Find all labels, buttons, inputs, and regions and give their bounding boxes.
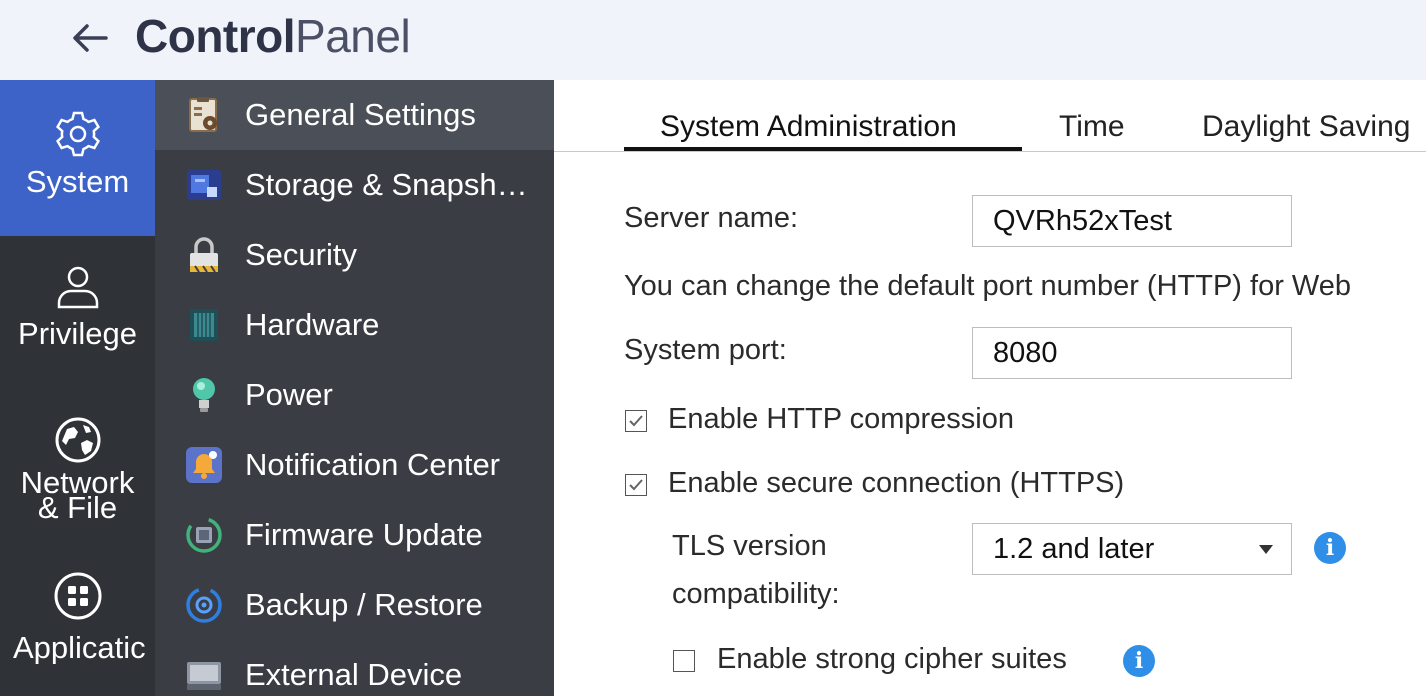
settings-content: System Administration Time Daylight Savi… [554, 80, 1426, 696]
rail-label-network-file: Network & File [21, 467, 135, 523]
menu-item-general-settings[interactable]: General Settings [155, 80, 554, 150]
menu-label-notification-center: Notification Center [245, 447, 501, 482]
checkmark-icon [629, 479, 643, 491]
control-panel-window: ControlPanel System Privilege Network & … [0, 0, 1426, 696]
header-bar: ControlPanel [0, 0, 1426, 80]
title-bold: Control [135, 10, 296, 62]
active-tab-indicator [624, 147, 1022, 151]
menu-label-external-device: External Device [245, 657, 463, 692]
rail-item-system[interactable]: System [0, 80, 155, 236]
strong-cipher-label: Enable strong cipher suites [717, 643, 1067, 675]
menu-item-power[interactable]: Power [155, 360, 554, 430]
tls-info-icon[interactable]: i [1314, 532, 1346, 564]
menu-label-power: Power [245, 377, 333, 412]
https-checkbox[interactable] [625, 474, 647, 496]
strong-cipher-checkbox[interactable] [673, 650, 695, 672]
general-settings-icon [185, 96, 223, 134]
tab-daylight-saving[interactable]: Daylight Saving [1202, 110, 1410, 144]
hardware-icon [185, 306, 223, 344]
menu-label-firmware-update: Firmware Update [245, 517, 483, 552]
menu-item-security[interactable]: Security [155, 220, 554, 290]
http-compression-checkbox[interactable] [625, 410, 647, 432]
checkmark-icon [629, 415, 643, 427]
menu-label-security: Security [245, 237, 357, 272]
rail-label-applications: Applicatic [13, 632, 146, 664]
apps-grid-icon [52, 570, 104, 622]
menu-label-general-settings: General Settings [245, 97, 476, 132]
chevron-down-icon [1259, 545, 1273, 554]
menu-item-backup-restore[interactable]: Backup / Restore [155, 570, 554, 640]
tab-time[interactable]: Time [1059, 110, 1125, 144]
backup-icon [185, 586, 223, 624]
tab-bar: System Administration Time Daylight Savi… [554, 80, 1426, 152]
server-name-label: Server name: [624, 202, 799, 234]
globe-icon [52, 414, 104, 466]
menu-item-notification-center[interactable]: Notification Center [155, 430, 554, 500]
menu-item-storage-snapshots[interactable]: Storage & Snapsh… [155, 150, 554, 220]
back-button[interactable] [70, 18, 110, 58]
port-hint-text: You can change the default port number (… [624, 270, 1352, 302]
menu-item-hardware[interactable]: Hardware [155, 290, 554, 360]
category-rail: System Privilege Network & File Applicat… [0, 80, 155, 696]
gear-icon [52, 108, 104, 160]
https-label: Enable secure connection (HTTPS) [668, 467, 1125, 499]
tls-label-line2: compatibility: [672, 578, 840, 610]
tls-version-select[interactable]: 1.2 and later [972, 523, 1292, 575]
bell-icon [185, 446, 223, 484]
menu-label-hardware: Hardware [245, 307, 380, 342]
menu-item-external-device[interactable]: External Device [155, 640, 554, 696]
system-port-label: System port: [624, 334, 787, 366]
system-port-input[interactable]: 8080 [972, 327, 1292, 379]
firmware-icon [185, 516, 223, 554]
menu-item-firmware-update[interactable]: Firmware Update [155, 500, 554, 570]
tls-label-line1: TLS version [672, 530, 827, 562]
rail-item-network-file[interactable]: Network & File [0, 414, 155, 534]
external-device-icon [185, 656, 223, 694]
tls-version-value: 1.2 and later [993, 533, 1155, 565]
rail-item-privilege[interactable]: Privilege [0, 260, 155, 390]
arrow-left-icon [73, 24, 108, 52]
lock-icon [185, 236, 223, 274]
title-light: Panel [295, 10, 411, 62]
settings-menu: General Settings Storage & Snapsh… Secur… [155, 80, 554, 696]
server-name-input[interactable]: QVRh52xTest [972, 195, 1292, 247]
page-title: ControlPanel [135, 10, 411, 62]
rail-label-system: System [25, 164, 130, 199]
http-compression-label: Enable HTTP compression [668, 403, 1015, 435]
user-icon [52, 260, 104, 312]
rail-label-privilege: Privilege [18, 316, 137, 351]
tab-system-administration[interactable]: System Administration [660, 110, 957, 144]
menu-label-storage-snapshots: Storage & Snapsh… [245, 167, 528, 202]
cipher-info-icon[interactable]: i [1123, 645, 1155, 677]
bulb-icon [185, 376, 223, 414]
storage-icon [185, 166, 223, 204]
rail-item-applications[interactable]: Applicatic [0, 570, 155, 696]
menu-label-backup-restore: Backup / Restore [245, 587, 483, 622]
